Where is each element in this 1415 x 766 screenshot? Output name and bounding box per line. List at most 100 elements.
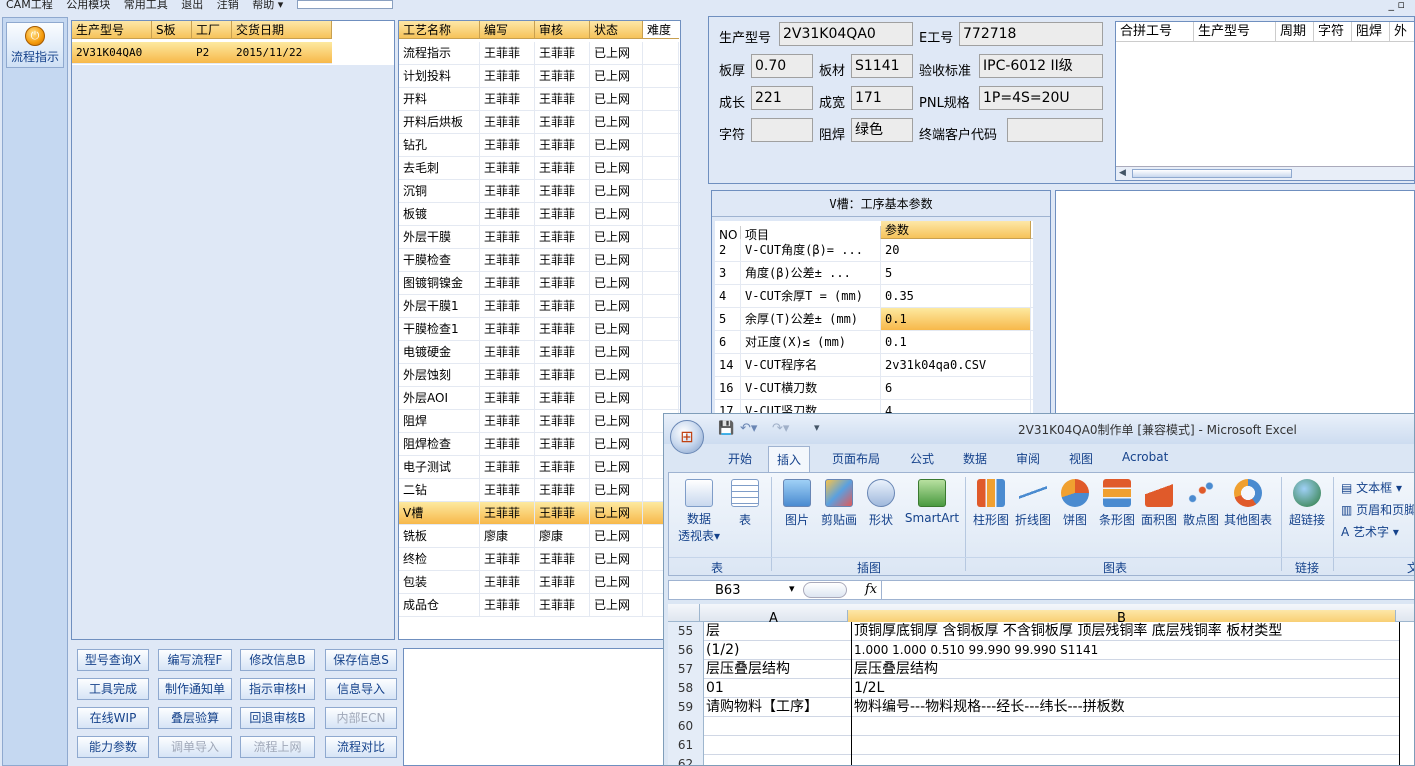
tab-layout[interactable]: 页面布局 — [832, 450, 880, 467]
line-chart-button[interactable]: 折线图 — [1013, 479, 1053, 528]
picture-button[interactable]: 图片 — [779, 479, 815, 528]
table-row[interactable]: 钻孔 王菲菲 王菲菲 已上网 — [399, 134, 680, 157]
table-row[interactable]: 计划投料 王菲菲 王菲菲 已上网 — [399, 65, 680, 88]
scatter-chart-button[interactable]: 散点图 — [1181, 479, 1221, 528]
textbox-button[interactable]: ▤ 文本框 ▾ — [1341, 479, 1402, 496]
table-row[interactable]: 2V31K04QA0 P2 2015/11/22 — [72, 42, 332, 64]
merge-col-char[interactable]: 字符 — [1314, 22, 1352, 42]
menu-common[interactable]: 公用模块 — [66, 0, 110, 11]
merge-col-cycle[interactable]: 周期 — [1276, 22, 1314, 42]
header-footer-button[interactable]: ▥ 页眉和页脚 — [1341, 501, 1414, 518]
row-number[interactable]: 59 — [668, 698, 704, 717]
action-button[interactable]: 流程对比 — [325, 736, 397, 758]
menu-combo[interactable] — [296, 0, 393, 9]
table-row[interactable]: 沉铜 王菲菲 王菲菲 已上网 — [399, 180, 680, 203]
col-factory[interactable]: 工厂 — [192, 21, 232, 39]
action-button[interactable]: 调单导入 — [158, 736, 232, 758]
action-button[interactable]: 能力参数 — [77, 736, 149, 758]
merge-col-model[interactable]: 生产型号 — [1194, 22, 1276, 42]
action-button[interactable]: 流程上网 — [240, 736, 315, 758]
field-wid[interactable]: 171 — [851, 86, 913, 110]
scroll-left-icon[interactable]: ◀ — [1119, 168, 1126, 178]
table-row[interactable]: 二钻 王菲菲 王菲菲 已上网 — [399, 479, 680, 502]
row-number[interactable]: 56 — [668, 641, 704, 660]
table-row[interactable]: 干膜检查 王菲菲 王菲菲 已上网 — [399, 249, 680, 272]
clipart-button[interactable]: 剪贴画 — [819, 479, 859, 528]
cell-b[interactable] — [852, 717, 1400, 736]
menu-exit[interactable]: 退出 — [181, 0, 203, 11]
col-process[interactable]: 工艺名称 — [399, 21, 480, 39]
param-row[interactable]: 6 对正度(X)≤ (mm) 0.1 — [715, 331, 1033, 354]
formula-slider[interactable] — [803, 582, 847, 598]
column-chart-button[interactable]: 柱形图 — [971, 479, 1011, 528]
merge-col-eno[interactable]: 合拼工号 — [1116, 22, 1194, 42]
menu-tools[interactable]: 常用工具 — [124, 0, 168, 11]
undo-icon[interactable]: ↶▾ — [740, 421, 757, 436]
param-row[interactable]: 3 角度(β)公差± ... 5 — [715, 262, 1033, 285]
action-button[interactable]: 在线WIP — [77, 707, 149, 729]
table-row[interactable]: 板镀 王菲菲 王菲菲 已上网 — [399, 203, 680, 226]
tab-formula[interactable]: 公式 — [910, 450, 934, 467]
cell-b[interactable]: 1/2L — [852, 679, 1400, 698]
col-review[interactable]: 审核 — [535, 21, 590, 39]
table-row[interactable]: 干膜检查1 王菲菲 王菲菲 已上网 — [399, 318, 680, 341]
bar-chart-button[interactable]: 条形图 — [1097, 479, 1137, 528]
table-row[interactable]: 电镀硬金 王菲菲 王菲菲 已上网 — [399, 341, 680, 364]
field-pnl[interactable]: 1P=4S=20U — [979, 86, 1103, 110]
field-model[interactable]: 2V31K04QA0 — [779, 22, 913, 46]
menu-cam[interactable]: CAM工程 — [6, 0, 53, 11]
action-button[interactable]: 型号查询X — [77, 649, 149, 671]
window-controls[interactable]: _ ▫ — [1389, 0, 1405, 10]
cell-b[interactable]: 1.000 1.000 0.510 99.990 99.990 S1141 — [852, 641, 1400, 660]
row-number[interactable]: 58 — [668, 679, 704, 698]
cell-a[interactable]: 层压叠层结构 — [704, 660, 852, 679]
field-thick[interactable]: 0.70 — [751, 54, 813, 78]
table-row[interactable]: 阻焊 王菲菲 王菲菲 已上网 — [399, 410, 680, 433]
param-row[interactable]: 16 V-CUT横刀数 6 — [715, 377, 1033, 400]
table-row[interactable]: 终检 王菲菲 王菲菲 已上网 — [399, 548, 680, 571]
pie-chart-button[interactable]: 饼图 — [1057, 479, 1093, 528]
action-button[interactable]: 编写流程F — [158, 649, 232, 671]
cell-a[interactable]: 01 — [704, 679, 852, 698]
cell-a[interactable] — [704, 717, 852, 736]
cell-b[interactable]: 层压叠层结构 — [852, 660, 1400, 679]
col-date[interactable]: 交货日期 — [232, 21, 332, 39]
action-button[interactable]: 信息导入 — [325, 678, 397, 700]
cell-a[interactable]: (1/2) — [704, 641, 852, 660]
qat-menu-icon[interactable]: ▾ — [814, 421, 820, 434]
row-number[interactable]: 60 — [668, 717, 704, 736]
action-button[interactable]: 回退审核B — [240, 707, 315, 729]
field-mat[interactable]: S1141 — [851, 54, 913, 78]
row-number[interactable]: 55 — [668, 622, 704, 641]
table-row[interactable]: 流程指示 王菲菲 王菲菲 已上网 — [399, 42, 680, 65]
field-len[interactable]: 221 — [751, 86, 813, 110]
smartart-button[interactable]: SmartArt — [903, 479, 961, 525]
cell-a[interactable]: 层 — [704, 622, 852, 641]
tab-insert[interactable]: 插入 — [768, 446, 811, 472]
table-row[interactable]: 外层AOI 王菲菲 王菲菲 已上网 — [399, 387, 680, 410]
namebox-dropdown-icon[interactable]: ▾ — [789, 582, 795, 595]
tab-acrobat[interactable]: Acrobat — [1122, 450, 1168, 464]
field-eno[interactable]: 772718 — [959, 22, 1103, 46]
table-row[interactable]: 去毛刺 王菲菲 王菲菲 已上网 — [399, 157, 680, 180]
action-button[interactable]: 指示审核H — [240, 678, 315, 700]
row-number[interactable]: 61 — [668, 736, 704, 755]
col-s[interactable]: S板 — [152, 21, 192, 39]
field-cust[interactable] — [1007, 118, 1103, 142]
param-row[interactable]: 14 V-CUT程序名 2v31k04qa0.CSV — [715, 354, 1033, 377]
cell-a[interactable] — [704, 755, 852, 765]
cell-a[interactable]: 请购物料【工序】 — [704, 698, 852, 717]
action-button[interactable]: 叠层验算 — [158, 707, 232, 729]
col-author[interactable]: 编写 — [480, 21, 535, 39]
cell-b[interactable] — [852, 755, 1400, 765]
table-row[interactable]: 成品仓 王菲菲 王菲菲 已上网 — [399, 594, 680, 617]
merge-col-mask[interactable]: 阻焊 — [1352, 22, 1390, 42]
scroll-thumb[interactable] — [1132, 169, 1292, 178]
cell-b[interactable]: 顶铜厚底铜厚 含铜板厚 不含铜板厚 顶层残铜率 底层残铜率 板材类型 — [852, 622, 1400, 641]
menu-logout[interactable]: 注销 — [217, 0, 239, 11]
param-row[interactable]: 5 余厚(T)公差± (mm) 0.1 — [715, 308, 1033, 331]
wordart-button[interactable]: A 艺术字 ▾ — [1341, 523, 1399, 540]
action-button[interactable]: 工具完成 — [77, 678, 149, 700]
namebox[interactable]: B63 — [715, 583, 740, 598]
row-number[interactable]: 57 — [668, 660, 704, 679]
